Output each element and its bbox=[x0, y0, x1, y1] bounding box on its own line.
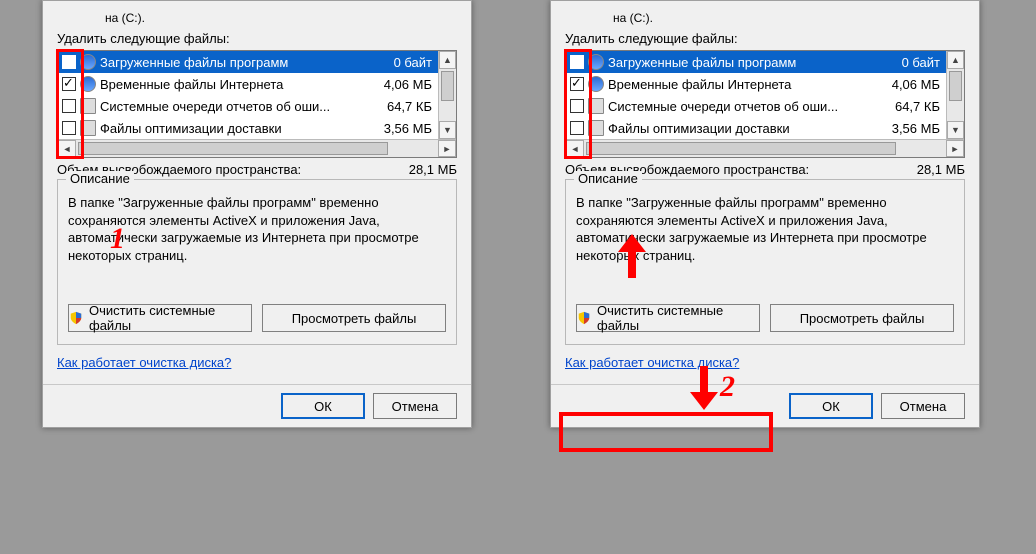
clean-system-files-button[interactable]: Очистить системные файлы bbox=[576, 304, 760, 332]
file-size: 4,06 МБ bbox=[872, 77, 942, 92]
total-space-value: 28,1 МБ bbox=[895, 162, 965, 177]
file-size: 3,56 МБ bbox=[872, 121, 942, 136]
scroll-track[interactable] bbox=[76, 140, 438, 157]
checkbox[interactable] bbox=[62, 55, 76, 69]
shield-icon bbox=[577, 311, 591, 325]
checkbox[interactable] bbox=[570, 77, 584, 91]
file-row-delivery-opt[interactable]: Файлы оптимизации доставки 3,56 МБ bbox=[566, 117, 946, 139]
cancel-button[interactable]: Отмена bbox=[881, 393, 965, 419]
file-row-downloaded-programs[interactable]: Загруженные файлы программ 0 байт bbox=[58, 51, 438, 73]
globe-icon bbox=[80, 76, 96, 92]
delete-files-label: Удалить следующие файлы: bbox=[57, 31, 457, 46]
file-name: Системные очереди отчетов об оши... bbox=[608, 99, 872, 114]
folder-icon bbox=[588, 120, 604, 136]
file-name: Временные файлы Интернета bbox=[608, 77, 872, 92]
scroll-up-button[interactable]: ▲ bbox=[947, 51, 964, 69]
file-name: Файлы оптимизации доставки bbox=[608, 121, 872, 136]
scroll-thumb[interactable] bbox=[78, 142, 388, 155]
scroll-right-button[interactable]: ► bbox=[946, 140, 964, 157]
scroll-down-button[interactable]: ▼ bbox=[947, 121, 964, 139]
checkbox[interactable] bbox=[62, 99, 76, 113]
globe-icon bbox=[588, 76, 604, 92]
file-list-container: Загруженные файлы программ 0 байт Времен… bbox=[57, 50, 457, 158]
file-size: 4,06 МБ bbox=[364, 77, 434, 92]
file-list-rows: Загруженные файлы программ 0 байт Времен… bbox=[566, 51, 946, 139]
description-text: В папке "Загруженные файлы программ" вре… bbox=[576, 194, 954, 264]
checkbox[interactable] bbox=[570, 99, 584, 113]
description-title: Описание bbox=[66, 171, 134, 186]
button-label: Просмотреть файлы bbox=[800, 311, 925, 326]
scroll-left-button[interactable]: ◄ bbox=[566, 140, 584, 157]
drive-path: на (C:). bbox=[105, 11, 457, 25]
file-row-delivery-opt[interactable]: Файлы оптимизации доставки 3,56 МБ bbox=[58, 117, 438, 139]
shield-icon bbox=[69, 311, 83, 325]
ok-button[interactable]: ОК bbox=[789, 393, 873, 419]
file-size: 0 байт bbox=[872, 55, 942, 70]
file-list[interactable]: Загруженные файлы программ 0 байт Времен… bbox=[57, 50, 457, 158]
folder-icon bbox=[80, 120, 96, 136]
scroll-left-button[interactable]: ◄ bbox=[58, 140, 76, 157]
description-text: В папке "Загруженные файлы программ" вре… bbox=[68, 194, 446, 264]
clean-system-files-button[interactable]: Очистить системные файлы bbox=[68, 304, 252, 332]
file-name: Системные очереди отчетов об оши... bbox=[100, 99, 364, 114]
button-label: Очистить системные файлы bbox=[597, 303, 759, 333]
view-files-button[interactable]: Просмотреть файлы bbox=[770, 304, 954, 332]
globe-icon bbox=[80, 54, 96, 70]
ok-button[interactable]: ОК bbox=[281, 393, 365, 419]
help-link[interactable]: Как работает очистка диска? bbox=[57, 355, 231, 370]
horizontal-scrollbar[interactable]: ◄ ► bbox=[566, 139, 964, 157]
checkbox[interactable] bbox=[62, 121, 76, 135]
checkbox[interactable] bbox=[62, 77, 76, 91]
disk-cleanup-dialog-right: на (C:). Удалить следующие файлы: Загруж… bbox=[550, 0, 980, 428]
dialog-footer: ОК Отмена bbox=[43, 384, 471, 419]
file-size: 0 байт bbox=[364, 55, 434, 70]
file-list[interactable]: Загруженные файлы программ 0 байт Времен… bbox=[565, 50, 965, 158]
description-group: Описание В папке "Загруженные файлы прог… bbox=[565, 179, 965, 345]
file-size: 64,7 КБ bbox=[364, 99, 434, 114]
scroll-thumb[interactable] bbox=[586, 142, 896, 155]
folder-icon bbox=[80, 98, 96, 114]
delete-files-label: Удалить следующие файлы: bbox=[565, 31, 965, 46]
folder-icon bbox=[588, 98, 604, 114]
file-size: 3,56 МБ bbox=[364, 121, 434, 136]
file-name: Загруженные файлы программ bbox=[608, 55, 872, 70]
scroll-right-button[interactable]: ► bbox=[438, 140, 456, 157]
scroll-thumb[interactable] bbox=[949, 71, 962, 101]
button-label: Просмотреть файлы bbox=[292, 311, 417, 326]
file-list-container: Загруженные файлы программ 0 байт Времен… bbox=[565, 50, 965, 158]
globe-icon bbox=[588, 54, 604, 70]
file-name: Загруженные файлы программ bbox=[100, 55, 364, 70]
description-group: Описание В папке "Загруженные файлы прог… bbox=[57, 179, 457, 345]
scroll-thumb[interactable] bbox=[441, 71, 454, 101]
scroll-up-button[interactable]: ▲ bbox=[439, 51, 456, 69]
scroll-down-button[interactable]: ▼ bbox=[439, 121, 456, 139]
total-space-value: 28,1 МБ bbox=[387, 162, 457, 177]
file-name: Временные файлы Интернета bbox=[100, 77, 364, 92]
drive-path: на (C:). bbox=[613, 11, 965, 25]
checkbox[interactable] bbox=[570, 55, 584, 69]
description-title: Описание bbox=[574, 171, 642, 186]
vertical-scrollbar[interactable]: ▲ ▼ bbox=[946, 51, 964, 139]
horizontal-scrollbar[interactable]: ◄ ► bbox=[58, 139, 456, 157]
cancel-button[interactable]: Отмена bbox=[373, 393, 457, 419]
file-list-rows: Загруженные файлы программ 0 байт Времен… bbox=[58, 51, 438, 139]
button-label: Очистить системные файлы bbox=[89, 303, 251, 333]
file-row-temp-internet[interactable]: Временные файлы Интернета 4,06 МБ bbox=[566, 73, 946, 95]
file-row-error-reports[interactable]: Системные очереди отчетов об оши... 64,7… bbox=[58, 95, 438, 117]
scroll-track[interactable] bbox=[584, 140, 946, 157]
file-row-temp-internet[interactable]: Временные файлы Интернета 4,06 МБ bbox=[58, 73, 438, 95]
file-row-downloaded-programs[interactable]: Загруженные файлы программ 0 байт bbox=[566, 51, 946, 73]
file-size: 64,7 КБ bbox=[872, 99, 942, 114]
help-link[interactable]: Как работает очистка диска? bbox=[565, 355, 739, 370]
dialog-footer: ОК Отмена bbox=[551, 384, 979, 419]
file-name: Файлы оптимизации доставки bbox=[100, 121, 364, 136]
file-row-error-reports[interactable]: Системные очереди отчетов об оши... 64,7… bbox=[566, 95, 946, 117]
disk-cleanup-dialog-left: на (C:). Удалить следующие файлы: Загруж… bbox=[42, 0, 472, 428]
checkbox[interactable] bbox=[570, 121, 584, 135]
view-files-button[interactable]: Просмотреть файлы bbox=[262, 304, 446, 332]
vertical-scrollbar[interactable]: ▲ ▼ bbox=[438, 51, 456, 139]
